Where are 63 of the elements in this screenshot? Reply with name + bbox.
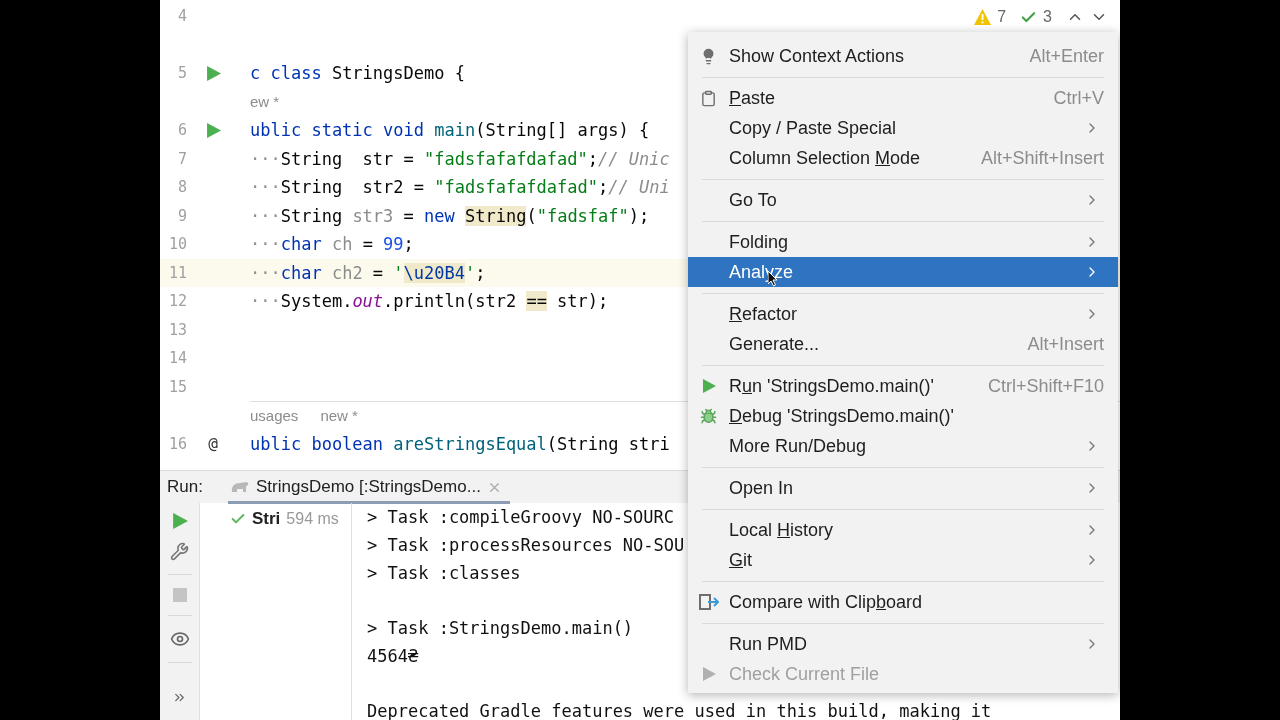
menu-item[interactable]: Show Context Actions Alt+Enter [688, 41, 1118, 71]
menu-item[interactable]: Run PMD [688, 629, 1118, 659]
override-marker[interactable]: @ [208, 434, 218, 454]
run-label: Run: [167, 477, 204, 497]
code-line: ublic static void main(String[] args) { [250, 120, 650, 141]
menu-item[interactable]: Go To [688, 185, 1118, 215]
code-line: ···char ch2 = '\u20B4'; [250, 262, 486, 283]
console-line: > Task :processResources NO-SOU [367, 534, 685, 557]
code-line: ···String str3 = new String("fadsfaf"); [250, 205, 650, 226]
warning-count: 7 [997, 8, 1007, 26]
run-tab[interactable]: StringsDemo [:StringsDemo... [228, 470, 510, 504]
line-number: 13 [167, 320, 187, 339]
line-number: 6 [176, 121, 187, 140]
code-line: ublic boolean areStringsEqual(String stri [250, 433, 670, 454]
code-line: ···String str2 = "fadsfafafdafad";// Uni [250, 177, 670, 198]
line-number: 9 [176, 206, 187, 225]
console-line: > Task :StringsDemo.main() [367, 617, 634, 640]
menu-item[interactable]: Local History [688, 515, 1118, 545]
eye-icon[interactable] [169, 629, 190, 649]
line-number: 5 [176, 64, 187, 83]
menu-item[interactable]: Refactor [688, 299, 1118, 329]
code-line: ···String str = "fadsfafafdafad";// Unic [250, 148, 670, 169]
run-gutter-icon [205, 65, 221, 81]
play-icon [701, 667, 716, 681]
bug-icon [700, 407, 717, 425]
console-line: Deprecated Gradle features were used in this build, making it [367, 700, 992, 720]
duration: 594 ms [286, 510, 339, 528]
menu-item[interactable]: Folding [688, 227, 1118, 257]
tree-item[interactable]: Stri [252, 509, 281, 529]
inlay-hint[interactable]: new * [320, 407, 358, 425]
menu-item[interactable]: Git [688, 545, 1118, 575]
menu-item[interactable]: More Run/Debug [688, 431, 1118, 461]
line-number: 7 [176, 149, 187, 168]
line-number: 14 [167, 349, 187, 368]
console-line: > Task :classes [367, 562, 521, 585]
line-number: 4 [176, 7, 187, 26]
line-number: 11 [167, 263, 187, 282]
typo-count: 3 [1043, 8, 1052, 26]
menu-item[interactable]: Run 'StringsDemo.main()' Ctrl+Shift+F10 [688, 371, 1118, 401]
run-gutter-icon [205, 122, 221, 138]
line-number: 10 [167, 235, 187, 254]
play-icon [701, 379, 716, 393]
wrench-icon[interactable] [170, 542, 189, 561]
line-number: 15 [167, 377, 187, 396]
code-line: ···System.out.println(str2 == str); [250, 291, 609, 312]
menu-item[interactable]: Open In [688, 473, 1118, 503]
menu-item[interactable]: Debug 'StringsDemo.main()' [688, 401, 1118, 431]
line-number: 8 [176, 178, 187, 197]
line-number: 16 [167, 434, 187, 453]
menu-item[interactable]: Copy / Paste Special [688, 113, 1118, 143]
inlay-hint[interactable]: ew * [250, 93, 280, 111]
console-line: 4564₴ [367, 645, 419, 668]
menu-item[interactable]: Compare with Clipboard [688, 587, 1118, 617]
menu-item[interactable]: Column Selection Mode Alt+Shift+Insert [688, 143, 1118, 173]
line-number: 12 [167, 292, 187, 311]
code-line: c class StringsDemo { [250, 63, 465, 84]
compare-icon [698, 593, 719, 611]
menu-item[interactable]: Paste Ctrl+V [688, 83, 1118, 113]
rerun-icon [171, 513, 188, 529]
menu-item[interactable]: Generate... Alt+Insert [688, 329, 1118, 359]
console-line: > Task :compileGroovy NO-SOURC [367, 506, 675, 529]
code-line: ···char ch = 99; [250, 234, 414, 255]
clipboard-icon [700, 89, 717, 107]
